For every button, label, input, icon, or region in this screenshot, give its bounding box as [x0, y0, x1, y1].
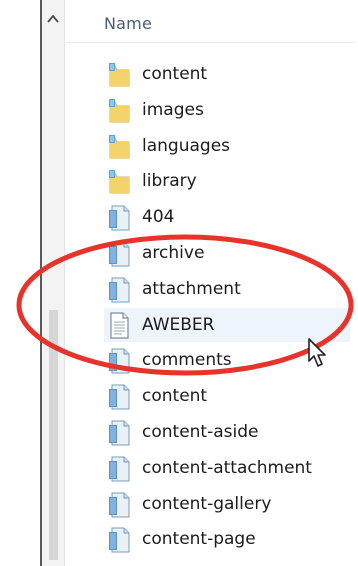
list-item[interactable]: languages — [104, 129, 350, 163]
list-item-label: content-gallery — [142, 493, 272, 514]
mouse-pointer-icon — [308, 338, 326, 367]
php-file-icon — [104, 274, 134, 304]
php-file-icon — [104, 489, 134, 519]
folder-icon — [104, 95, 134, 125]
scrollbar-thumb[interactable] — [49, 310, 58, 560]
list-item[interactable]: attachment — [104, 272, 350, 306]
php-file-icon — [104, 238, 134, 268]
list-item-label: content — [142, 64, 208, 84]
list-item[interactable]: content-aside — [104, 415, 350, 449]
php-file-icon — [104, 345, 134, 375]
list-item[interactable]: content-attachment — [104, 451, 350, 485]
list-item-label: 404 — [142, 207, 175, 228]
list-item-label: content-attachment — [142, 457, 312, 478]
list-item[interactable]: archive — [104, 236, 350, 270]
list-item-label: content-aside — [142, 422, 259, 442]
scroll-up-arrow-icon[interactable] — [45, 12, 61, 26]
list-item-label: comments — [142, 350, 232, 371]
list-item-label: archive — [142, 243, 205, 263]
text-file-icon — [104, 310, 134, 340]
list-item-label: languages — [142, 135, 231, 156]
list-item-label: content-page — [142, 529, 256, 550]
php-file-icon — [104, 202, 134, 232]
list-item[interactable]: images — [104, 93, 350, 127]
column-header-name[interactable]: Name — [104, 14, 152, 36]
list-item[interactable]: content — [104, 57, 350, 91]
folder-icon — [104, 59, 134, 89]
folder-icon — [104, 166, 134, 196]
php-file-icon — [104, 417, 134, 447]
php-file-icon — [104, 381, 134, 411]
list-item[interactable]: content-gallery — [104, 487, 350, 521]
list-item[interactable]: 404 — [104, 200, 350, 234]
header-divider — [64, 42, 354, 43]
list-item[interactable]: content — [104, 379, 350, 413]
list-item-label: attachment — [142, 278, 241, 299]
list-item-label: AWEBER — [142, 314, 215, 335]
folder-icon — [104, 131, 134, 161]
list-item-label: images — [142, 99, 204, 120]
list-item-label: content — [142, 386, 208, 407]
php-file-icon — [104, 453, 134, 483]
list-item-label: library — [142, 171, 197, 192]
list-item[interactable]: content-page — [104, 522, 350, 556]
list-item[interactable]: library — [104, 164, 350, 198]
php-file-icon — [104, 524, 134, 554]
